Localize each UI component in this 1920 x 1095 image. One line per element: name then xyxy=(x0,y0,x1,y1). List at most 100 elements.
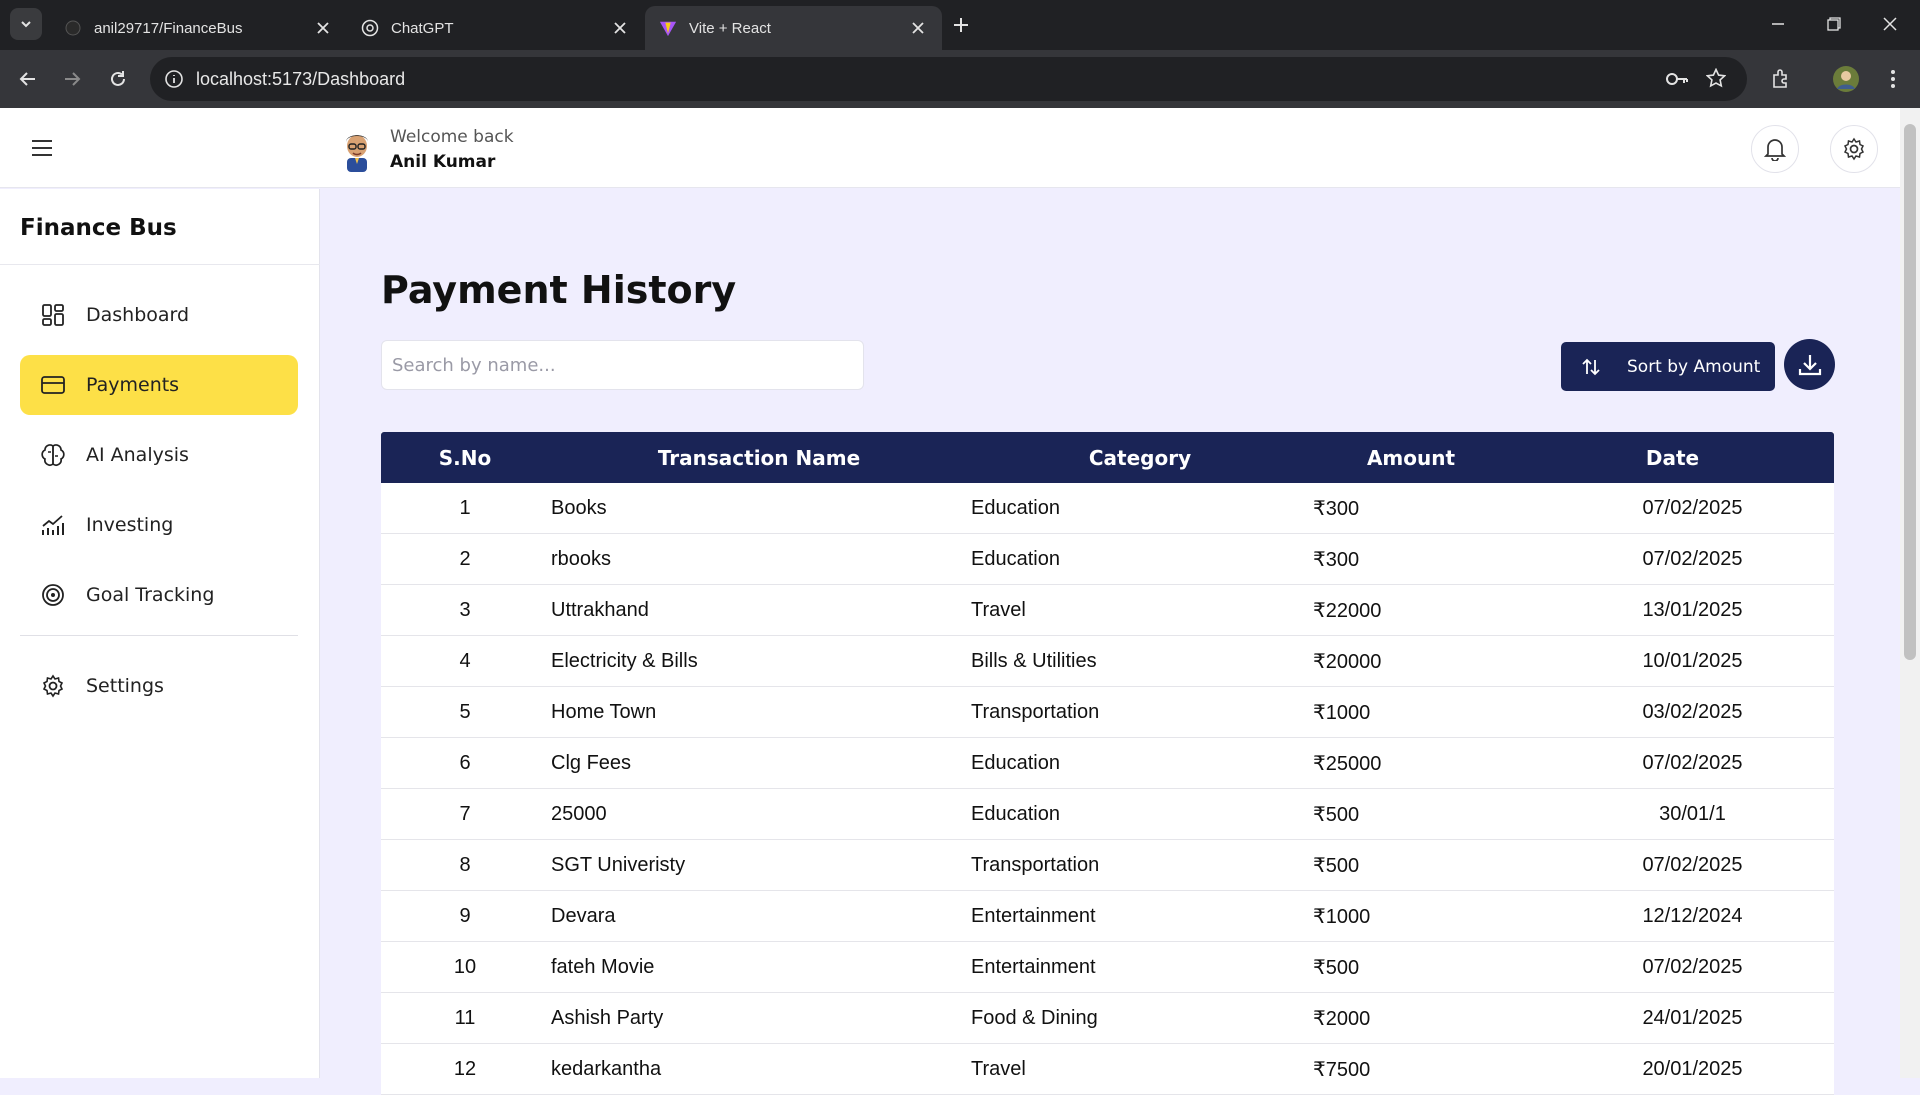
cell-date: 24/01/2025 xyxy=(1642,1006,1743,1029)
cell-category: Education xyxy=(971,751,1060,774)
tab-search-button[interactable] xyxy=(10,8,42,40)
cell-category: Food & Dining xyxy=(971,1006,1098,1029)
cell-transaction-name: Devara xyxy=(551,904,616,927)
brand-title: Finance Bus xyxy=(20,215,177,241)
cell-transaction-name: rbooks xyxy=(551,547,612,570)
settings-button[interactable] xyxy=(1830,125,1878,173)
sidebar-item-settings[interactable]: Settings xyxy=(20,656,298,716)
page-title: Payment History xyxy=(381,268,737,312)
cell-amount: ₹1000 xyxy=(1313,905,1371,928)
cell-sno: 8 xyxy=(459,853,471,876)
tab-title: anil29717/FinanceBus xyxy=(94,19,243,37)
column-header[interactable]: S.No xyxy=(381,446,549,470)
browser-tab-chatgpt[interactable]: ChatGPT xyxy=(347,6,644,50)
notifications-button[interactable] xyxy=(1751,125,1799,173)
table-row: 1 Books Education ₹300 07/02/2025 xyxy=(381,483,1834,534)
browser-menu-icon[interactable] xyxy=(1877,63,1909,95)
menu-toggle-button[interactable] xyxy=(26,136,58,160)
cell-amount: ₹300 xyxy=(1313,497,1360,520)
column-header[interactable]: Category xyxy=(969,446,1311,470)
extensions-icon[interactable] xyxy=(1765,63,1797,95)
gear-icon xyxy=(1843,137,1865,161)
table-header: S.No Transaction Name Category Amount Da… xyxy=(381,432,1834,483)
password-key-icon[interactable] xyxy=(1665,69,1689,94)
profile-avatar[interactable] xyxy=(1830,63,1862,95)
arrow-left-icon xyxy=(19,72,35,86)
cell-date: 07/02/2025 xyxy=(1642,955,1743,978)
payment-history-table: S.No Transaction Name Category Amount Da… xyxy=(381,432,1834,1095)
minimize-icon xyxy=(1772,23,1784,25)
sidebar-item-label: Settings xyxy=(86,675,164,697)
site-info-icon[interactable] xyxy=(164,69,184,94)
sort-arrows-icon xyxy=(1579,355,1603,379)
brain-icon xyxy=(40,442,66,468)
table-row: 8 SGT Univeristy Transportation ₹500 07/02/2… xyxy=(381,840,1834,891)
new-tab-button[interactable] xyxy=(945,12,977,38)
table-row: 11 Ashish Party Food & Dining ₹2000 24/01/20… xyxy=(381,993,1834,1044)
sidebar-item-payments[interactable]: Payments xyxy=(20,355,298,415)
search-input[interactable] xyxy=(381,340,864,390)
sidebar-item-dashboard[interactable]: Dashboard xyxy=(20,285,298,345)
bookmark-star-icon[interactable] xyxy=(1705,67,1727,93)
cell-sno: 11 xyxy=(454,1006,476,1029)
divider xyxy=(0,264,320,265)
cell-amount: ₹300 xyxy=(1313,548,1360,571)
close-window-button[interactable] xyxy=(1862,0,1918,48)
table-row: 10 fateh Movie Entertainment ₹500 07/02/2025 xyxy=(381,942,1834,993)
sidebar-item-label: Payments xyxy=(86,374,180,396)
cell-date: 07/02/2025 xyxy=(1642,496,1743,519)
close-tab-icon[interactable] xyxy=(610,18,630,38)
sidebar-item-investing[interactable]: Investing xyxy=(20,495,298,555)
cell-transaction-name: Electricity & Bills xyxy=(551,649,698,672)
sort-by-amount-button[interactable]: Sort by Amount xyxy=(1561,342,1775,391)
target-icon xyxy=(40,582,66,608)
browser-tab-vite[interactable]: Vite + React xyxy=(645,6,942,50)
scrollbar-thumb[interactable] xyxy=(1904,124,1916,660)
cell-amount: ₹500 xyxy=(1313,854,1360,877)
reload-button[interactable] xyxy=(102,63,134,95)
cell-amount: ₹2000 xyxy=(1313,1007,1371,1030)
close-tab-icon[interactable] xyxy=(313,18,333,38)
close-tab-icon[interactable] xyxy=(908,18,928,38)
cell-amount: ₹500 xyxy=(1313,956,1360,979)
address-bar[interactable]: localhost:5173/Dashboard xyxy=(150,57,1747,101)
restore-button[interactable] xyxy=(1806,0,1862,48)
cell-transaction-name: fateh Movie xyxy=(551,955,655,978)
sidebar-item-ai-analysis[interactable]: AI Analysis xyxy=(20,425,298,485)
cell-category: Transportation xyxy=(971,700,1100,723)
cell-date: 20/01/2025 xyxy=(1642,1057,1743,1080)
welcome-text: Welcome back xyxy=(390,127,514,147)
column-header[interactable]: Transaction Name xyxy=(549,446,969,470)
cell-sno: 10 xyxy=(453,955,477,978)
chatgpt-icon xyxy=(361,19,379,37)
vite-icon xyxy=(659,19,677,37)
cell-category: Education xyxy=(971,496,1060,519)
browser-tab-github[interactable]: anil29717/FinanceBus xyxy=(50,6,347,50)
hamburger-icon xyxy=(32,140,52,156)
forward-button[interactable] xyxy=(56,63,88,95)
close-icon xyxy=(1883,17,1897,31)
cell-date: 12/12/2024 xyxy=(1642,904,1743,927)
sidebar-item-label: Investing xyxy=(86,514,174,536)
cell-date: 03/02/2025 xyxy=(1642,700,1743,723)
sidebar-item-goal-tracking[interactable]: Goal Tracking xyxy=(20,565,298,625)
chart-icon xyxy=(40,512,66,538)
minimize-button[interactable] xyxy=(1750,0,1806,48)
column-header[interactable]: Date xyxy=(1511,446,1834,470)
cell-sno: 2 xyxy=(459,547,471,570)
cell-category: Education xyxy=(971,802,1060,825)
cell-sno: 3 xyxy=(459,598,471,621)
github-icon xyxy=(64,19,82,37)
app-root: Welcome back Anil Kumar Finance Bus Dash… xyxy=(0,108,1920,1095)
column-header[interactable]: Amount xyxy=(1311,446,1511,470)
cell-sno: 4 xyxy=(459,649,471,672)
download-button[interactable] xyxy=(1784,339,1835,390)
table-row: 12 kedarkantha Travel ₹7500 20/01/2025 xyxy=(381,1044,1834,1095)
back-button[interactable] xyxy=(12,63,44,95)
user-avatar xyxy=(334,126,380,172)
cell-category: Transportation xyxy=(971,853,1100,876)
cell-transaction-name: Ashish Party xyxy=(551,1006,664,1029)
restore-icon xyxy=(1827,17,1841,31)
bell-icon xyxy=(1764,139,1786,161)
cell-transaction-name: SGT Univeristy xyxy=(551,853,686,876)
